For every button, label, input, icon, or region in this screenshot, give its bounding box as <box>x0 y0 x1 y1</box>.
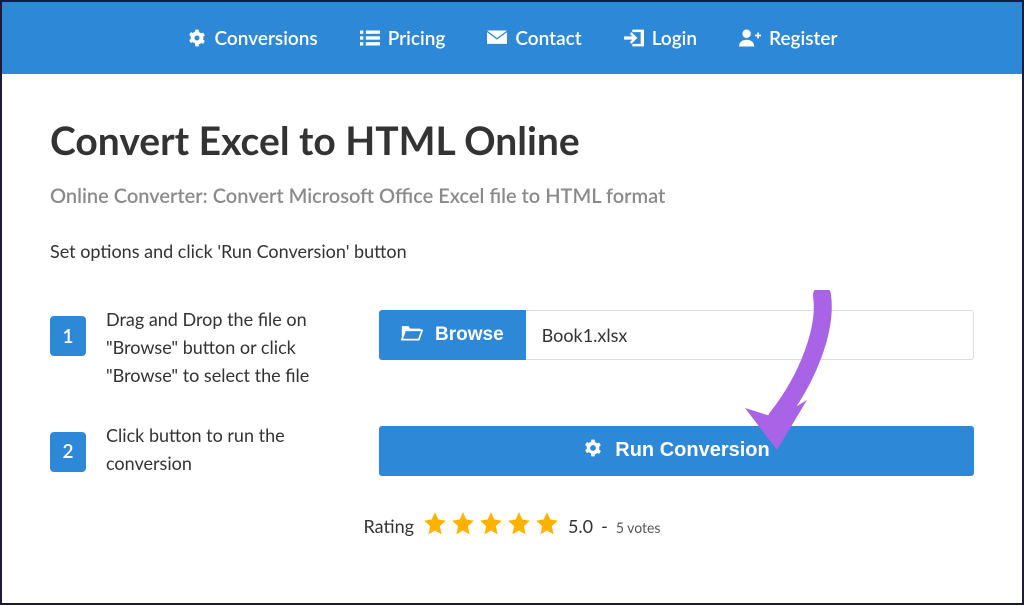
rating-score: 5.0 <box>568 515 593 537</box>
gear-icon <box>583 438 603 464</box>
run-button-container: Run Conversion <box>379 420 974 476</box>
file-name-input[interactable]: Book1.xlsx <box>526 310 974 360</box>
user-plus-icon <box>739 29 761 47</box>
step-number-badge: 2 <box>50 432 86 472</box>
nav-pricing-label: Pricing <box>388 27 446 50</box>
nav-login-label: Login <box>652 27 697 50</box>
run-button-label: Run Conversion <box>615 439 769 462</box>
step-2: 2 Click button to run the conversion Run… <box>50 420 974 478</box>
rating-separator: - <box>601 515 608 537</box>
nav-contact[interactable]: Contact <box>473 19 595 58</box>
instruction-text: Set options and click 'Run Conversion' b… <box>50 240 974 262</box>
folder-open-icon <box>401 323 423 347</box>
rating-votes: 5 votes <box>616 519 661 536</box>
star-icon <box>450 511 476 541</box>
top-navbar: Conversions Pricing Contact Login Regist… <box>2 2 1022 74</box>
step-1: 1 Drag and Drop the file on "Browse" but… <box>50 304 974 390</box>
file-input-group: Browse Book1.xlsx <box>379 304 974 360</box>
browse-button-label: Browse <box>435 324 504 346</box>
rating-row: Rating 5.0 - 5 votes <box>50 507 974 537</box>
page-title: Convert Excel to HTML Online <box>50 118 974 164</box>
browse-button[interactable]: Browse <box>379 310 526 360</box>
gears-icon <box>187 28 207 48</box>
star-icon <box>478 511 504 541</box>
step-2-text: Click button to run the conversion <box>106 420 361 478</box>
rating-stars[interactable] <box>422 511 560 541</box>
star-icon <box>534 511 560 541</box>
rating-label: Rating <box>364 515 414 537</box>
nav-conversions[interactable]: Conversions <box>173 19 332 58</box>
step-number-badge: 1 <box>50 316 86 356</box>
envelope-icon <box>487 30 507 46</box>
star-icon <box>506 511 532 541</box>
login-icon <box>624 29 644 47</box>
run-conversion-button[interactable]: Run Conversion <box>379 426 974 476</box>
nav-conversions-label: Conversions <box>215 27 318 50</box>
main-content: Convert Excel to HTML Online Online Conv… <box>2 74 1022 537</box>
nav-register[interactable]: Register <box>725 19 851 58</box>
file-name-value: Book1.xlsx <box>542 324 628 346</box>
nav-login[interactable]: Login <box>610 19 711 58</box>
nav-pricing[interactable]: Pricing <box>346 19 460 58</box>
star-icon <box>422 511 448 541</box>
page-subtitle: Online Converter: Convert Microsoft Offi… <box>50 184 974 208</box>
list-icon <box>360 29 380 47</box>
step-1-text: Drag and Drop the file on "Browse" butto… <box>106 304 361 390</box>
nav-register-label: Register <box>769 27 837 50</box>
nav-contact-label: Contact <box>515 27 581 50</box>
